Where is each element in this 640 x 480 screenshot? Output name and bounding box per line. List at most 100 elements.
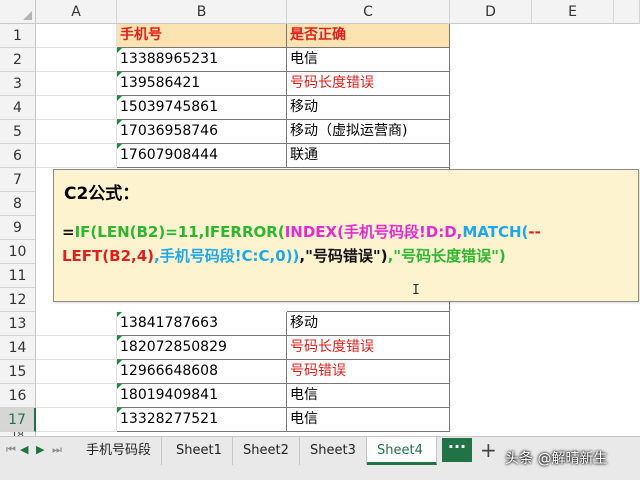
tab-sheet4[interactable]: Sheet4 [367, 437, 437, 465]
spreadsheet-grid: A B C D E 1 2 3 4 5 6 7 8 9 10 11 12 13 … [0, 0, 640, 440]
cell-b5[interactable]: 17036958746 [117, 120, 287, 144]
row-header-4[interactable]: 4 [0, 96, 36, 120]
cell-c1-header[interactable]: 是否正确 [287, 24, 450, 48]
tab-sheet3[interactable]: Sheet3 [300, 437, 367, 465]
row-header-15[interactable]: 15 [0, 360, 36, 384]
formula-match-range: 手机号码段!C:C,0)) [159, 247, 300, 265]
cell-b13[interactable]: 13841787663 [117, 312, 287, 336]
cell-c5[interactable]: 移动（虚拟运营商) [287, 120, 450, 144]
watermark-text: 头条 @解晴新生 [505, 451, 608, 467]
next-sheet-icon[interactable]: ▶ [36, 443, 44, 456]
cell-c14[interactable]: 号码长度错误 [287, 336, 450, 360]
text-number-indicator [117, 312, 122, 317]
formula-index-part: INDEX(手机号码段!D:D, [284, 223, 463, 241]
row-header-6[interactable]: 6 [0, 144, 36, 168]
row-header-13[interactable]: 13 [0, 312, 36, 336]
text-number-indicator [117, 408, 122, 413]
row-header-17[interactable]: 17 [0, 408, 36, 432]
row-header-9[interactable]: 9 [0, 216, 36, 240]
column-header-d[interactable]: D [450, 0, 532, 24]
row-header-7[interactable]: 7 [0, 168, 36, 192]
column-header-c[interactable]: C [287, 0, 450, 24]
formula-callout: C2公式： =IF(LEN(B2)=11,IFERROR(INDEX(手机号码段… [53, 169, 639, 302]
cell-a16[interactable] [36, 384, 117, 408]
cell-value: 15039745861 [120, 99, 218, 115]
tab-phone-segment[interactable]: 手机号码段 [76, 437, 163, 465]
prev-sheet-icon[interactable]: ◀ [20, 443, 28, 456]
row-header-3[interactable]: 3 [0, 72, 36, 96]
cell-value: 13328277521 [120, 411, 218, 427]
cell-b14[interactable]: 182072850829 [117, 336, 287, 360]
select-all-icon [23, 11, 32, 20]
column-header-e[interactable]: E [532, 0, 614, 24]
cell-b15[interactable]: 12966648608 [117, 360, 287, 384]
last-sheet-icon[interactable]: ⏭ [52, 443, 62, 457]
formula-error-text: ,"号码错误") [299, 247, 388, 265]
cell-a6[interactable] [36, 144, 117, 168]
cell-c3[interactable]: 号码长度错误 [287, 72, 450, 96]
text-number-indicator [117, 384, 122, 389]
formula-if-part: IF(LEN(B2)=11,IFERROR( [74, 223, 285, 241]
row-header-16[interactable]: 16 [0, 384, 36, 408]
column-header-a[interactable]: A [36, 0, 117, 24]
row-header-2[interactable]: 2 [0, 48, 36, 72]
select-all-corner[interactable] [0, 0, 36, 24]
cell-value: 17036958746 [120, 123, 218, 139]
first-sheet-icon[interactable]: ⏮ [6, 443, 16, 457]
cell-c15[interactable]: 号码错误 [287, 360, 450, 384]
cell-a2[interactable] [36, 48, 117, 72]
tab-sheet2[interactable]: Sheet2 [233, 437, 300, 465]
formula-equals: = [62, 223, 75, 241]
cell-a13[interactable] [36, 312, 117, 336]
formula-length-error-text: ,"号码长度错误") [387, 247, 506, 265]
cell-c4[interactable]: 移动 [287, 96, 450, 120]
callout-title: C2公式： [64, 184, 140, 204]
cell-b3[interactable]: 139586421 [117, 72, 287, 96]
add-sheet-button[interactable]: + [480, 438, 497, 462]
cell-b6[interactable]: 17607908444 [117, 144, 287, 168]
sheet-tab-bar: ⏮ ◀ ▶ ⏭ 手机号码段 Sheet1 Sheet2 Sheet3 Sheet… [0, 436, 640, 480]
row-header-14[interactable]: 14 [0, 336, 36, 360]
cell-a4[interactable] [36, 96, 117, 120]
cell-a17[interactable] [36, 408, 117, 432]
cell-c16[interactable]: 电信 [287, 384, 450, 408]
formula-match-part: MATCH( [462, 223, 529, 241]
row-header-5[interactable]: 5 [0, 120, 36, 144]
more-sheets-button[interactable]: ··· [442, 438, 472, 462]
row-header-1[interactable]: 1 [0, 24, 36, 48]
text-number-indicator [117, 360, 122, 365]
column-header-b[interactable]: B [117, 0, 287, 24]
cell-value: 13841787663 [120, 315, 218, 331]
text-number-indicator [117, 48, 122, 53]
tab-sheet1[interactable]: Sheet1 [166, 437, 233, 465]
cell-value: 18019409841 [120, 387, 218, 403]
text-number-indicator [117, 120, 122, 125]
row-header-8[interactable]: 8 [0, 192, 36, 216]
cell-b17[interactable]: 13328277521 [117, 408, 287, 432]
cell-c17[interactable]: 电信 [287, 408, 450, 432]
cell-b4[interactable]: 15039745861 [117, 96, 287, 120]
cell-a3[interactable] [36, 72, 117, 96]
cell-c2[interactable]: 电信 [287, 48, 450, 72]
row-header-10[interactable]: 10 [0, 240, 36, 264]
cell-b1-header[interactable]: 手机号 [117, 24, 287, 48]
cell-a5[interactable] [36, 120, 117, 144]
column-header-f[interactable] [614, 0, 640, 24]
cell-value: 13388965231 [120, 51, 218, 67]
cell-a14[interactable] [36, 336, 117, 360]
cell-a15[interactable] [36, 360, 117, 384]
cell-b2[interactable]: 13388965231 [117, 48, 287, 72]
cell-a1[interactable] [36, 24, 117, 48]
text-cursor-icon: I [412, 283, 420, 298]
text-number-indicator [117, 72, 122, 77]
row-header-12[interactable]: 12 [0, 288, 36, 312]
cell-c6[interactable]: 联通 [287, 144, 450, 168]
text-number-indicator [117, 144, 122, 149]
row-header-11[interactable]: 11 [0, 264, 36, 288]
cell-b16[interactable]: 18019409841 [117, 384, 287, 408]
formula-text: =IF(LEN(B2)=11,IFERROR(INDEX(手机号码段!D:D,M… [62, 220, 634, 268]
cell-value: 139586421 [120, 75, 201, 91]
cell-c13[interactable]: 移动 [287, 312, 450, 336]
cell-value: 12966648608 [120, 363, 218, 379]
text-number-indicator [117, 96, 122, 101]
